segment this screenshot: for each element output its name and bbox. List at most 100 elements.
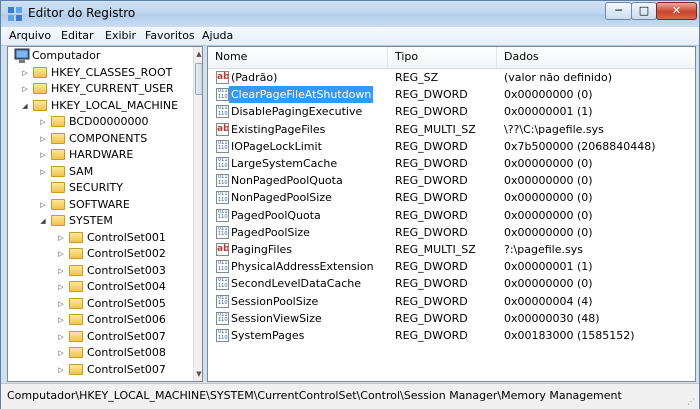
- value-row[interactable]: 011 110 IOPageLockLimit REG_DWORD 0x7b50000…: [208, 138, 695, 155]
- collapsed-arrow-icon[interactable]: ▷: [21, 81, 29, 97]
- column-header-tipo[interactable]: Tipo: [388, 47, 497, 68]
- tree-item-label: Computador: [32, 49, 101, 62]
- collapsed-arrow-icon[interactable]: ▷: [57, 246, 65, 262]
- value-name: PagedPoolQuota: [231, 208, 321, 222]
- collapsed-arrow-icon[interactable]: ▷: [39, 197, 47, 213]
- value-type: REG_DWORD: [395, 208, 468, 222]
- tree-item-label: HKEY_LOCAL_MACHINE: [51, 98, 179, 112]
- collapsed-arrow-icon[interactable]: ▷: [39, 147, 47, 163]
- value-row[interactable]: 011 110 SessionPoolSize REG_DWORD 0x0000000…: [208, 293, 695, 310]
- value-name: ExistingPageFiles: [231, 122, 326, 136]
- computer-icon: [14, 48, 30, 63]
- list-header: Nome Tipo Dados: [208, 47, 695, 69]
- value-data: 0x00000001 (1): [504, 260, 593, 274]
- folder-icon: [69, 363, 83, 375]
- collapsed-arrow-icon[interactable]: ▷: [57, 263, 65, 279]
- collapsed-arrow-icon[interactable]: ▷: [57, 230, 65, 246]
- maximize-button[interactable]: □: [631, 2, 657, 20]
- folder-icon: [69, 264, 83, 276]
- value-row[interactable]: ab PagingFiles REG_MULTI_SZ ?:\pagefile.sys: [208, 241, 695, 258]
- value-type: REG_DWORD: [395, 277, 468, 291]
- value-name: NonPagedPoolQuota: [231, 174, 343, 188]
- value-name: IOPageLockLimit: [231, 139, 322, 153]
- value-type: REG_DWORD: [395, 105, 468, 119]
- binary-value-icon: 011 110: [216, 105, 229, 119]
- menu-favoritos[interactable]: Favoritos: [145, 29, 195, 42]
- title-bar[interactable]: Editor do Registro ─ □ ✕: [1, 1, 699, 27]
- collapsed-arrow-icon[interactable]: ▷: [57, 296, 65, 312]
- folder-icon: [69, 314, 83, 325]
- value-row[interactable]: 011 110 NonPagedPoolQuota REG_DWORD 0x00000…: [208, 172, 695, 189]
- value-type: REG_SZ: [395, 71, 439, 84]
- value-data: 0x00000001 (1): [504, 105, 593, 119]
- collapsed-arrow-icon[interactable]: ▷: [57, 345, 65, 361]
- value-data: 0x00000000 (0): [504, 277, 593, 291]
- expanded-arrow-icon[interactable]: ◢: [21, 98, 29, 114]
- value-row[interactable]: 011 110 PagedPoolSize REG_DWORD 0x00000000 …: [208, 224, 695, 241]
- value-row[interactable]: 011 110 SessionViewSize REG_DWORD 0x0000003…: [208, 310, 695, 327]
- values-list-pane[interactable]: Nome Tipo Dados ab (Padrão) REG_SZ (valor n…: [207, 46, 696, 382]
- value-row[interactable]: 011 110 NonPagedPoolSize REG_DWORD 0x000000…: [208, 189, 695, 206]
- binary-value-icon: 011 110: [216, 260, 229, 274]
- binary-value-icon: 011 110: [216, 139, 229, 153]
- menu-ajuda[interactable]: Ajuda: [202, 29, 233, 42]
- close-button[interactable]: ✕: [656, 2, 697, 20]
- collapsed-arrow-icon[interactable]: ▷: [57, 329, 65, 345]
- binary-value-icon: 011 110: [216, 157, 229, 170]
- tree-item-label: SAM: [69, 164, 94, 178]
- binary-value-icon: 011 110: [216, 191, 229, 205]
- value-data: 0x00000000 (0): [504, 191, 593, 205]
- binary-value-icon: 011 110: [216, 208, 229, 222]
- value-name: PhysicalAddressExtension: [231, 260, 374, 274]
- column-header-dados[interactable]: Dados: [497, 47, 695, 68]
- collapsed-arrow-icon[interactable]: ▷: [57, 279, 65, 295]
- value-type: REG_DWORD: [395, 329, 468, 342]
- value-row[interactable]: 011 110 PagedPoolQuota REG_DWORD 0x00000000…: [208, 207, 695, 224]
- no-expander: [39, 180, 47, 196]
- menu-editar[interactable]: Editar: [61, 29, 94, 42]
- value-row[interactable]: 011 110 LargeSystemCache REG_DWORD 0x000000…: [208, 155, 695, 172]
- value-type: REG_DWORD: [395, 294, 468, 308]
- collapsed-arrow-icon[interactable]: ▷: [57, 312, 65, 328]
- value-data: 0x00183000 (1585152): [504, 329, 635, 342]
- value-row[interactable]: 011 110 PhysicalAddressExtension REG_DWORD…: [208, 258, 695, 275]
- minimize-button[interactable]: ─: [605, 2, 632, 20]
- value-row[interactable]: 011 110 SecondLevelDataCache REG_DWORD 0x00…: [208, 275, 695, 292]
- tree-item-label: ControlSet006: [87, 313, 166, 326]
- tree-item-label: HKEY_CLASSES_ROOT: [51, 65, 173, 79]
- string-value-icon: ab: [216, 122, 229, 136]
- column-header-nome[interactable]: Nome: [208, 47, 388, 68]
- value-type: REG_DWORD: [395, 88, 468, 102]
- tree-scrollbar[interactable]: ▲ ▼: [193, 47, 202, 381]
- collapsed-arrow-icon[interactable]: ▷: [57, 362, 65, 378]
- folder-icon: [51, 182, 65, 193]
- value-name: SessionViewSize: [231, 311, 322, 325]
- value-type: REG_DWORD: [395, 139, 468, 153]
- collapsed-arrow-icon[interactable]: ▷: [21, 65, 29, 81]
- value-type: REG_DWORD: [395, 260, 468, 274]
- tree-item-label: HARDWARE: [69, 148, 134, 161]
- resize-grip-icon[interactable]: ⋰: [687, 397, 697, 407]
- collapsed-arrow-icon[interactable]: ▷: [39, 164, 47, 180]
- expanded-arrow-icon[interactable]: ◢: [39, 213, 47, 229]
- menu-bar: Arquivo Editar Exibir Favoritos Ajuda: [1, 27, 699, 46]
- key-tree-pane[interactable]: Computador ▷ HKEY_CLASSES_ROOT ▷ HKEY_CURREN…: [7, 46, 203, 382]
- value-row[interactable]: ab (Padrão) REG_SZ (valor não definido): [208, 69, 695, 86]
- scroll-up-arrow-icon[interactable]: ▲: [194, 47, 202, 61]
- value-type: REG_MULTI_SZ: [395, 122, 476, 136]
- tree-item-label: ControlSet007: [87, 329, 166, 343]
- value-row[interactable]: 011 110 SystemPages REG_DWORD 0x00183000 (1…: [208, 327, 695, 344]
- tree-item-label: ControlSet005: [87, 296, 166, 310]
- scroll-thumb[interactable]: [195, 63, 202, 95]
- collapsed-arrow-icon[interactable]: ▷: [39, 131, 47, 147]
- collapsed-arrow-icon[interactable]: ▷: [39, 114, 47, 130]
- value-row[interactable]: 011 110 DisablePagingExecutive REG_DWORD 0x…: [208, 103, 695, 120]
- tree-item-label: COMPONENTS: [69, 131, 148, 145]
- tree-item-label: BCD00000000: [69, 115, 149, 128]
- value-row[interactable]: 011 110 ClearPageFileAtShutdown REG_DWORD 0…: [208, 86, 695, 104]
- scroll-down-arrow-icon[interactable]: ▼: [194, 367, 202, 381]
- tree-item-label: ControlSet001: [87, 230, 166, 244]
- value-row[interactable]: ab ExistingPageFiles REG_MULTI_SZ \??\C:\pa…: [208, 121, 695, 138]
- menu-exibir[interactable]: Exibir: [105, 29, 136, 42]
- menu-arquivo[interactable]: Arquivo: [9, 29, 51, 42]
